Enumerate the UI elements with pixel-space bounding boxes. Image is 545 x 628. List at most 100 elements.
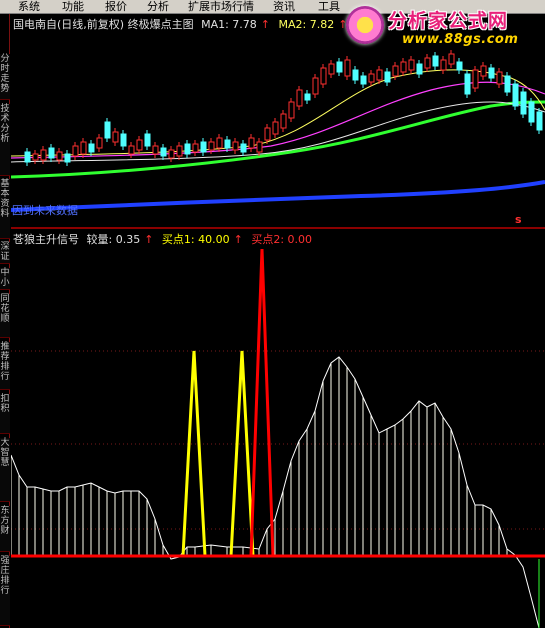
candle-body xyxy=(288,101,295,119)
menu-news[interactable]: 资讯 xyxy=(273,0,295,14)
tab-points[interactable]: 扣积 xyxy=(0,394,10,434)
tab-sme[interactable]: 中小 xyxy=(0,268,10,290)
candle-body xyxy=(504,75,511,93)
candle-body xyxy=(128,145,135,155)
tab-tonghuashun[interactable]: 同花顺 xyxy=(0,294,10,338)
menu-quote[interactable]: 报价 xyxy=(105,0,127,14)
ma-blue-line xyxy=(10,180,545,212)
candle-body xyxy=(408,59,415,71)
candle-body xyxy=(248,137,255,149)
candle-body xyxy=(136,139,143,151)
candle-body xyxy=(224,139,231,149)
candle-body xyxy=(192,143,199,153)
candle-body xyxy=(96,137,103,149)
candle-body xyxy=(448,53,455,65)
candle-body xyxy=(440,59,447,71)
candle-body xyxy=(144,133,151,147)
tab-strong-rank[interactable]: 强庄排行 xyxy=(0,556,10,626)
candle-body xyxy=(32,153,39,161)
candle-body xyxy=(400,61,407,73)
indicator-bars xyxy=(10,357,516,556)
tab-technical-analysis[interactable]: 技术分析 xyxy=(0,104,10,176)
sell-marker: s xyxy=(515,213,522,226)
ma2-up-arrow-icon: ↑ xyxy=(338,18,348,31)
menu-extended-market[interactable]: 扩展市场行情 xyxy=(188,0,254,14)
candle-body xyxy=(416,63,423,75)
candle-body xyxy=(216,137,223,149)
candle-body xyxy=(56,151,63,161)
candle-body xyxy=(536,111,543,131)
candle-body xyxy=(104,121,111,139)
candle-body xyxy=(328,63,335,75)
candle-body xyxy=(160,147,167,157)
indicator-header: 苍狼主升信号 较量: 0.35 ↑ 买点1: 40.00 ↑ 买点2: 0.00 xyxy=(13,231,316,246)
kline-chart xyxy=(10,50,545,212)
tab-shenzhen[interactable]: 深证 xyxy=(0,242,10,264)
buy2-spike xyxy=(249,248,275,557)
candle-body xyxy=(240,143,247,153)
candle-body xyxy=(232,141,239,151)
candle-body xyxy=(312,77,319,95)
candle-body xyxy=(176,145,183,157)
buy1-label: 买点1: 40.00 xyxy=(161,233,230,246)
candle-body xyxy=(80,141,87,155)
candle-body xyxy=(320,67,327,85)
candle-body xyxy=(384,71,391,83)
future-data-note: 因到未来数据 xyxy=(12,204,78,217)
tab-fundamentals[interactable]: 基本资料 xyxy=(0,179,10,239)
indicator-chart xyxy=(10,248,545,628)
candle-body xyxy=(24,151,31,163)
candle-body xyxy=(344,59,351,77)
indicator-name: 苍狼主升信号 xyxy=(13,233,79,246)
main-title: 国电南自(日线,前复权) 终极爆点主图 xyxy=(13,18,194,31)
ma2-label: MA2: 7.82 xyxy=(278,18,335,31)
ma-green-line xyxy=(10,100,545,179)
candle-body xyxy=(256,141,263,153)
candle-body xyxy=(528,101,535,123)
vol-up-arrow-icon: ↑ xyxy=(144,233,154,246)
candle-body xyxy=(48,147,55,159)
buy2-label: 买点2: 0.00 xyxy=(251,233,313,246)
kline-panel[interactable]: 国电南自(日线,前复权) 终极爆点主图 MA1: 7.78 ↑ MA2: 7.82… xyxy=(10,14,545,227)
tab-dazhihui[interactable]: 大智慧 xyxy=(0,438,10,502)
candle-body xyxy=(280,113,287,129)
candle-body xyxy=(208,141,215,151)
candle-body xyxy=(72,145,79,157)
tab-intraday[interactable]: 分时走势 xyxy=(0,54,10,100)
candles xyxy=(24,50,543,166)
candle-body xyxy=(352,69,359,81)
candle-body xyxy=(64,153,71,163)
indicator-panel[interactable]: 苍狼主升信号 较量: 0.35 ↑ 买点1: 40.00 ↑ 买点2: 0.00 xyxy=(10,229,545,628)
main-header: 国电南自(日线,前复权) 终极爆点主图 MA1: 7.78 ↑ MA2: 7.82… xyxy=(13,16,352,31)
candle-body xyxy=(480,65,487,77)
buy1-spike-b xyxy=(229,350,255,557)
candle-body xyxy=(40,149,47,161)
tab-eastmoney[interactable]: 东方财 xyxy=(0,506,10,552)
candle-body xyxy=(336,61,343,73)
candle-body xyxy=(264,127,271,141)
candle-body xyxy=(496,71,503,85)
tab-recommend-rank[interactable]: 推荐排行 xyxy=(0,342,10,390)
indicator-line xyxy=(10,356,540,628)
candle-body xyxy=(464,73,471,95)
candle-body xyxy=(112,131,119,143)
candle-body xyxy=(424,57,431,69)
buy1-up-arrow-icon: ↑ xyxy=(233,233,243,246)
menu-system[interactable]: 系统 xyxy=(18,0,40,14)
candle-body xyxy=(152,145,159,155)
candle-body xyxy=(200,141,207,153)
candle-body xyxy=(456,61,463,71)
candle-body xyxy=(368,73,375,83)
menu-analysis[interactable]: 分析 xyxy=(147,0,169,14)
candle-body xyxy=(472,69,479,89)
menu-function[interactable]: 功能 xyxy=(62,0,84,14)
buy1-spike-a xyxy=(181,350,207,557)
candle-body xyxy=(376,69,383,81)
candle-body xyxy=(272,121,279,135)
ma1-up-arrow-icon: ↑ xyxy=(260,18,271,31)
candle-body xyxy=(432,55,439,67)
candle-body xyxy=(392,65,399,77)
menu-tools[interactable]: 工具 xyxy=(318,0,340,14)
left-side-tabs: 分时走势 技术分析 基本资料 深证 中小 同花顺 推荐排行 扣积 大智慧 东方财… xyxy=(0,14,10,628)
candle-body xyxy=(168,149,175,159)
